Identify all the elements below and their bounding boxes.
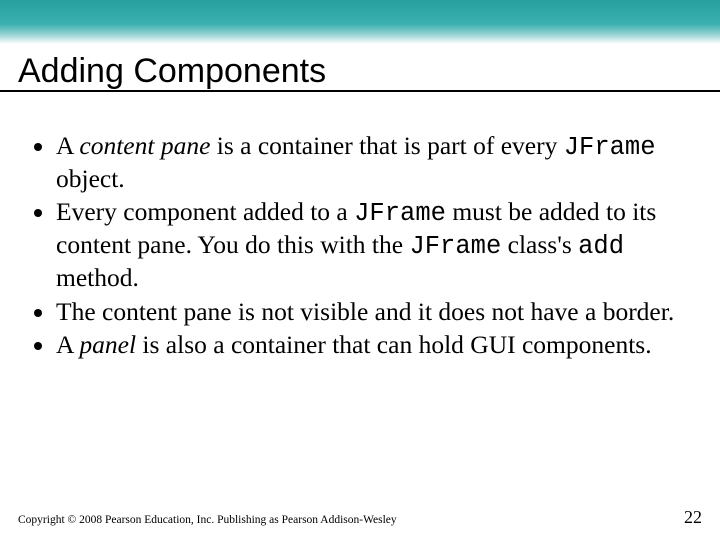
copyright-text: Copyright © 2008 Pearson Education, Inc.… xyxy=(18,514,397,526)
header-gradient-bar xyxy=(0,0,720,44)
code-term: JFrame xyxy=(409,232,501,261)
text: method. xyxy=(56,263,139,292)
code-term: add xyxy=(578,232,624,261)
code-term: JFrame xyxy=(564,133,656,162)
text: Every component added to a xyxy=(56,197,354,226)
code-term: JFrame xyxy=(354,199,446,228)
slide-footer: Copyright © 2008 Pearson Education, Inc.… xyxy=(18,507,702,528)
bullet-item: The content pane is not visible and it d… xyxy=(56,296,690,327)
bullet-item: Every component added to a JFrame must b… xyxy=(56,196,690,293)
text: The content pane is not visible and it d… xyxy=(56,297,674,326)
text: class's xyxy=(501,230,578,259)
bullet-item: A content pane is a container that is pa… xyxy=(56,130,690,194)
text: A xyxy=(56,330,79,359)
text: is a container that is part of every xyxy=(210,131,563,160)
bullet-list: A content pane is a container that is pa… xyxy=(30,130,690,360)
slide-title: Adding Components xyxy=(18,52,326,91)
text: A xyxy=(56,131,79,160)
page-number: 22 xyxy=(684,507,702,528)
slide-body: A content pane is a container that is pa… xyxy=(30,130,690,362)
italic-term: content pane xyxy=(79,131,210,160)
text: object. xyxy=(56,164,125,193)
text: is also a container that can hold GUI co… xyxy=(136,330,652,359)
bullet-item: A panel is also a container that can hol… xyxy=(56,329,690,360)
italic-term: panel xyxy=(79,330,136,359)
slide: Adding Components A content pane is a co… xyxy=(0,0,720,540)
